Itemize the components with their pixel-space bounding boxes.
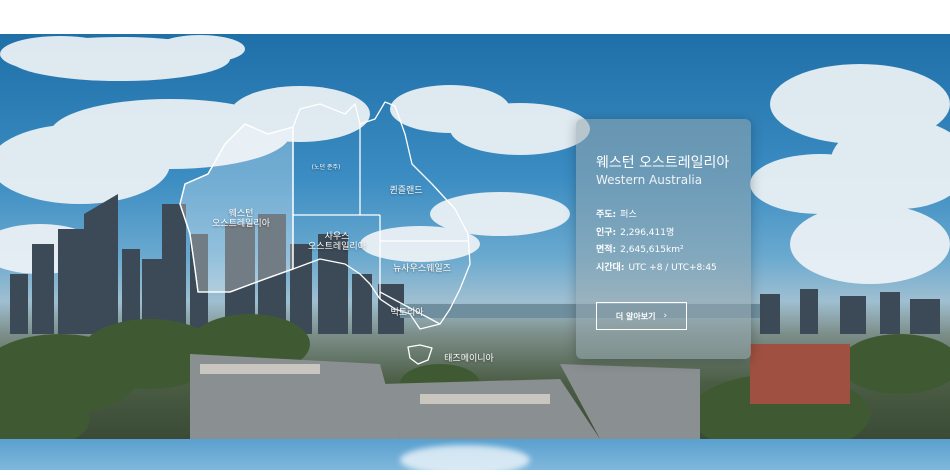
hero-banner: 웨스턴 오스트레일리아 (노던 준주) 퀸즐랜드 사우스 오스트레일리아 뉴사우… [0,34,950,439]
state-facts: 주도: 퍼스 인구: 2,296,411명 면적: 2,645,615km² 시간대:… [596,207,717,277]
fact-label: 주도: [596,210,617,220]
map-label-western-australia[interactable]: 웨스턴 오스트레일리아 [196,209,286,230]
fact-label: 면적: [596,245,617,255]
fact-label: 인구: [596,227,617,238]
chevron-right-icon: › [663,311,668,321]
map-label-tasmania[interactable]: 태즈메이니아 [438,354,500,364]
fact-label: 시간대: [596,262,625,273]
top-bar [0,0,950,34]
learn-more-button[interactable]: 더 알아보기 › [596,302,687,330]
cloud-decoration [400,445,530,475]
fact-timezone: 시간대: UTC +8 / UTC+8:45 [596,260,717,278]
learn-more-label: 더 알아보기 [615,311,656,321]
fact-value: 퍼스 [620,210,637,220]
map-region-tasmania [407,344,433,365]
map-label-victoria[interactable]: 빅토리아 [382,308,432,318]
fact-population: 인구: 2,296,411명 [596,225,717,243]
state-title: 웨스턴 오스트레일리아 [596,155,730,171]
fact-value: 2,296,411명 [620,227,675,238]
map-label-south-australia[interactable]: 사우스 오스트레일리아 [300,232,374,253]
state-info-card: 웨스턴 오스트레일리아 Western Australia 주도: 퍼스 인구: 2… [576,119,751,359]
next-section-preview [0,439,950,475]
map-label-northern-territory[interactable]: (노던 준주) [300,164,352,172]
fact-value: UTC +8 / UTC+8:45 [628,262,717,273]
map-label-new-south-wales[interactable]: 뉴사우스웨일즈 [384,264,460,274]
fact-area: 면적: 2,645,615km² [596,242,717,260]
city-skyline-background [0,35,950,439]
fact-capital: 주도: 퍼스 [596,207,717,225]
state-subtitle: Western Australia [596,173,703,187]
map-label-queensland[interactable]: 퀸즐랜드 [378,186,434,196]
fact-value: 2,645,615km² [620,245,684,255]
